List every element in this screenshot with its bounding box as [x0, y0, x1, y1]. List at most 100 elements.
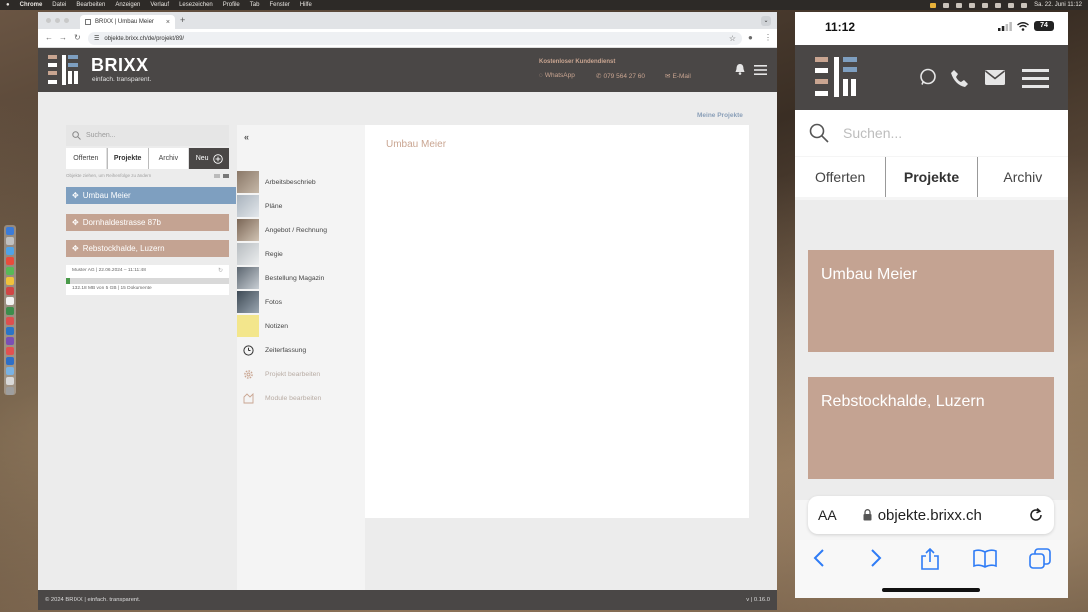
tab-offers[interactable]: Offerten	[66, 148, 107, 169]
menu-item-edit[interactable]: Bearbeiten	[76, 2, 105, 8]
window-minimize-button[interactable]	[55, 18, 60, 23]
whatsapp-icon[interactable]	[919, 68, 937, 86]
hamburger-menu-icon[interactable]	[754, 65, 767, 75]
dock-app-icon[interactable]	[6, 247, 14, 255]
dock-app-icon[interactable]	[6, 277, 14, 285]
menu-item-regie[interactable]: Regie	[237, 242, 365, 266]
back-icon[interactable]: ←	[45, 33, 53, 42]
menu-item-file[interactable]: Datei	[52, 2, 66, 8]
project-item-dornhaldestrasse[interactable]: ✥ Dornhaldestrasse 87b	[66, 214, 229, 231]
forward-icon[interactable]	[869, 548, 883, 568]
dock-app-icon[interactable]	[6, 307, 14, 315]
move-icon[interactable]: ✥	[72, 218, 79, 227]
dock-app-icon[interactable]	[6, 297, 14, 305]
menu-item-angebot-rechnung[interactable]: Angebot / Rechnung	[237, 218, 365, 242]
mail-icon[interactable]	[985, 70, 1005, 85]
dock-app-icon[interactable]	[6, 287, 14, 295]
menu-item-bookmarks[interactable]: Lesezeichen	[179, 2, 213, 8]
hamburger-menu-icon[interactable]	[1022, 69, 1049, 88]
phone-icon[interactable]	[950, 68, 970, 88]
share-icon[interactable]	[920, 548, 940, 570]
email-link[interactable]: ✉ E-Mail	[665, 72, 691, 81]
url-bar[interactable]: ☰ objekte.brixx.ch/de/projekt/89/ ☆	[88, 32, 742, 45]
control-center-icon[interactable]	[1021, 2, 1028, 8]
list-view-icon[interactable]	[223, 173, 229, 178]
phone-tab-archive[interactable]: Archiv	[978, 157, 1068, 197]
phone-tab-projects[interactable]: Projekte	[885, 157, 978, 197]
battery-icon[interactable]	[1008, 2, 1015, 8]
menu-item-projekt-bearbeiten[interactable]: Projekt bearbeiten	[237, 362, 365, 386]
phone-search-input[interactable]: Suchen...	[795, 110, 1068, 156]
status-app-icon[interactable]	[982, 2, 989, 8]
my-projects-link[interactable]: Meine Projekte	[697, 112, 743, 119]
project-item-umbau-meier[interactable]: ✥ Umbau Meier	[66, 187, 236, 204]
new-tab-button[interactable]: +	[180, 15, 185, 25]
refresh-icon[interactable]: ↻	[218, 267, 223, 274]
project-item-rebstockhalde[interactable]: ✥ Rebstockhalde, Luzern	[66, 240, 229, 257]
dock-app-icon[interactable]	[6, 367, 14, 375]
browser-menu-icon[interactable]: ⋮	[764, 33, 772, 42]
dock-app-icon[interactable]	[6, 267, 14, 275]
collapse-icon[interactable]: «	[244, 132, 249, 142]
bell-icon[interactable]	[735, 64, 745, 75]
menu-item-arbeitsbeschrieb[interactable]: Arbeitsbeschrieb	[237, 170, 365, 194]
menu-item-history[interactable]: Verlauf	[150, 2, 169, 8]
reload-icon[interactable]	[1028, 507, 1044, 523]
dock-app-icon[interactable]	[6, 237, 14, 245]
forward-icon[interactable]: →	[59, 33, 67, 42]
dock-app-icon[interactable]	[6, 357, 14, 365]
back-icon[interactable]	[812, 548, 826, 568]
bookmark-star-icon[interactable]: ☆	[729, 34, 736, 43]
brand-name[interactable]: BRIXX	[91, 55, 149, 76]
move-icon[interactable]: ✥	[72, 244, 79, 253]
tab-projects[interactable]: Projekte	[106, 148, 149, 169]
menu-item-bestellung-magazin[interactable]: Bestellung Magazin	[237, 266, 365, 290]
phone-url-bar[interactable]: AA objekte.brixx.ch	[808, 496, 1054, 534]
reader-settings-button[interactable]: AA	[818, 507, 837, 523]
bookmarks-icon[interactable]	[973, 548, 997, 568]
trash-icon[interactable]	[6, 387, 14, 395]
phone-project-card[interactable]: Rebstockhalde, Luzern	[808, 377, 1054, 479]
phone-tab-offers[interactable]: Offerten	[795, 157, 885, 197]
menu-item-fotos[interactable]: Fotos	[237, 290, 365, 314]
browser-tab[interactable]: BRIXX | Umbau Meier ×	[80, 15, 175, 29]
menu-item-plaene[interactable]: Pläne	[237, 194, 365, 218]
menu-item-help[interactable]: Hilfe	[300, 2, 312, 8]
profile-icon[interactable]: ●	[748, 33, 753, 42]
site-info-icon[interactable]: ☰	[94, 35, 99, 42]
whatsapp-link[interactable]: ◌ WhatsApp	[539, 72, 575, 79]
search-input[interactable]: Suchen...	[66, 125, 229, 146]
dock-app-icon[interactable]	[6, 347, 14, 355]
phone-link[interactable]: ✆ 079 564 27 60	[596, 72, 645, 81]
menu-item-window[interactable]: Fenster	[269, 2, 289, 8]
menu-app-name[interactable]: Chrome	[20, 2, 43, 8]
reload-icon[interactable]: ↻	[74, 33, 81, 42]
finder-icon[interactable]	[6, 227, 14, 235]
brixx-logo-icon[interactable]	[815, 57, 857, 97]
move-icon[interactable]: ✥	[72, 191, 79, 200]
dock-app-icon[interactable]	[6, 337, 14, 345]
tab-search-button[interactable]: ⌄	[761, 16, 771, 26]
window-close-button[interactable]	[46, 18, 51, 23]
menu-item-zeiterfassung[interactable]: Zeiterfassung	[237, 338, 365, 362]
grid-view-icon[interactable]	[214, 173, 220, 178]
brixx-logo-icon[interactable]	[48, 55, 78, 85]
wifi-icon[interactable]	[995, 2, 1002, 8]
menu-item-tab[interactable]: Tab	[250, 2, 260, 8]
status-app-icon[interactable]	[943, 2, 950, 8]
dock-app-icon[interactable]	[6, 257, 14, 265]
status-app-icon[interactable]	[956, 2, 963, 8]
menu-item-view[interactable]: Anzeigen	[115, 2, 140, 8]
dock-app-icon[interactable]	[6, 317, 14, 325]
tab-close-icon[interactable]: ×	[166, 19, 170, 26]
window-zoom-button[interactable]	[64, 18, 69, 23]
tab-archive[interactable]: Archiv	[149, 148, 190, 169]
phone-project-card[interactable]: Umbau Meier	[808, 250, 1054, 352]
apple-icon[interactable]: ●	[6, 2, 10, 8]
menu-item-profiles[interactable]: Profile	[223, 2, 240, 8]
tabs-icon[interactable]	[1029, 548, 1051, 570]
menu-item-module-bearbeiten[interactable]: Module bearbeiten	[237, 386, 365, 410]
menubar-clock[interactable]: Sa. 22. Juni 11:12	[1034, 2, 1082, 8]
status-app-icon[interactable]	[930, 2, 937, 8]
dock-app-icon[interactable]	[6, 327, 14, 335]
